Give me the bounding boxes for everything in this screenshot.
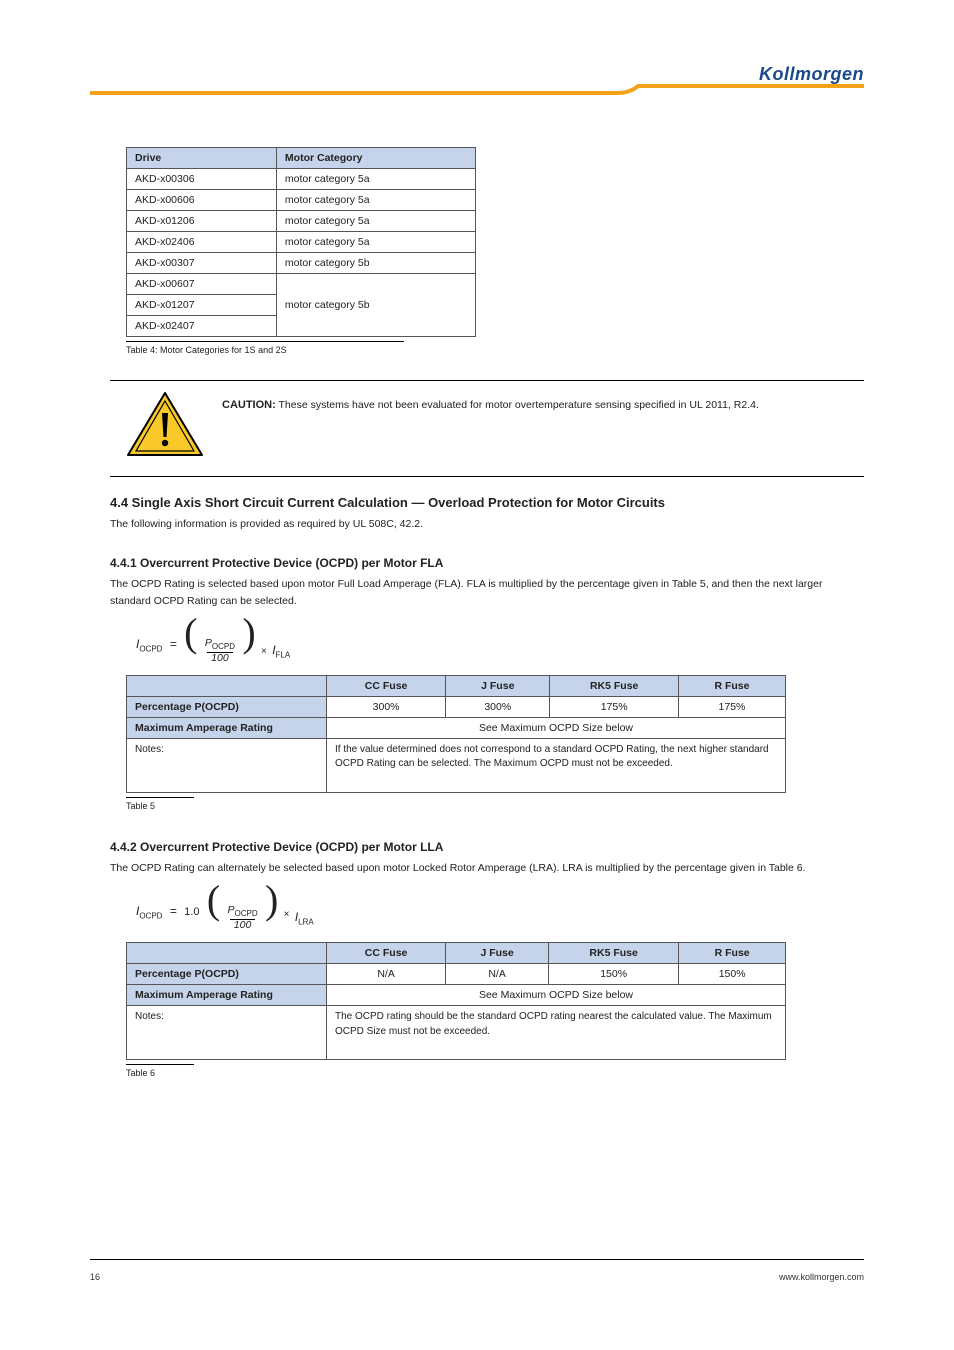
t6-h: RK5 Fuse	[548, 943, 678, 964]
t5-notes-label: Notes:	[127, 738, 327, 792]
section-4-4-2-para: The OCPD Rating can alternately be selec…	[110, 860, 864, 876]
t6-cell: N/A	[446, 964, 549, 985]
table5-caption: Table 5	[126, 797, 194, 811]
t4-cell: motor category 5a	[276, 211, 475, 232]
t5-cell: 175%	[550, 696, 679, 717]
t6-notes-text: The OCPD rating should be the standard O…	[327, 1006, 786, 1060]
t4-cell: AKD-x02406	[127, 232, 277, 253]
t4-cell: motor category 5b	[276, 253, 475, 274]
t5-cell: 175%	[678, 696, 785, 717]
t6-cell: 150%	[548, 964, 678, 985]
t5-maxamp-note: See Maximum OCPD Size below	[327, 717, 786, 738]
caution-block: CAUTION: These systems have not been eva…	[126, 391, 864, 472]
t6-cell: 150%	[679, 964, 786, 985]
t5-h: R Fuse	[678, 675, 785, 696]
t5-h: RK5 Fuse	[550, 675, 679, 696]
motor-category-table: Drive Motor Category AKD-x00306motor cat…	[126, 147, 476, 337]
t6-h: J Fuse	[446, 943, 549, 964]
t6-row-percent-label: Percentage P(OCPD)	[127, 964, 327, 985]
t6-notes-label: Notes:	[127, 1006, 327, 1060]
section-4-4-intro: The following information is provided as…	[110, 516, 864, 532]
t5-row-maxamp-label: Maximum Amperage Rating	[127, 717, 327, 738]
section-4-4-1-title: 4.4.1 Overcurrent Protective Device (OCP…	[110, 556, 864, 570]
header-rule	[90, 83, 864, 101]
section-4-4-2-title: 4.4.2 Overcurrent Protective Device (OCP…	[110, 840, 864, 854]
t4-cell: motor category 5a	[276, 169, 475, 190]
table6-caption: Table 6	[126, 1064, 194, 1078]
formula-ocpd-lra: IOCPD = 1.0 ( POCPD 100 ) × ILRA	[136, 882, 864, 932]
caution-text: These systems have not been evaluated fo…	[279, 399, 759, 411]
t4-cell: AKD-x01207	[127, 295, 277, 316]
t4-cell: AKD-x01206	[127, 211, 277, 232]
t4-cell: AKD-x02407	[127, 316, 277, 337]
t4-col-motorcat: Motor Category	[276, 148, 475, 169]
caution-label: CAUTION:	[222, 399, 276, 411]
t6-cell: N/A	[327, 964, 446, 985]
page-number: 16	[90, 1272, 100, 1282]
warning-icon	[126, 391, 204, 464]
t6-row-maxamp-label: Maximum Amperage Rating	[127, 985, 327, 1006]
t4-cell: motor category 5b	[276, 274, 475, 337]
table4-caption: Table 4: Motor Categories for 1S and 2S	[126, 341, 404, 355]
table6: CC Fuse J Fuse RK5 Fuse R Fuse Percentag…	[126, 942, 786, 1060]
table5: CC Fuse J Fuse RK5 Fuse R Fuse Percentag…	[126, 675, 786, 793]
t4-cell: AKD-x00606	[127, 190, 277, 211]
t6-maxamp-note: See Maximum OCPD Size below	[327, 985, 786, 1006]
footer-rule	[90, 1259, 864, 1260]
section-4-4-1-para: The OCPD Rating is selected based upon m…	[110, 576, 864, 609]
t4-cell: AKD-x00307	[127, 253, 277, 274]
t4-cell: AKD-x00306	[127, 169, 277, 190]
t5-cell: 300%	[446, 696, 550, 717]
t4-col-drive: Drive	[127, 148, 277, 169]
section-4-4-title: 4.4 Single Axis Short Circuit Current Ca…	[110, 495, 864, 510]
brand-label: Kollmorgen	[759, 64, 864, 85]
t6-h: R Fuse	[679, 943, 786, 964]
t5-cell: 300%	[327, 696, 446, 717]
footer-url: www.kollmorgen.com	[779, 1272, 864, 1282]
t5-blank	[127, 675, 327, 696]
t4-cell: motor category 5a	[276, 190, 475, 211]
t4-cell: motor category 5a	[276, 232, 475, 253]
t4-cell: AKD-x00607	[127, 274, 277, 295]
caution-top-rule	[110, 380, 864, 381]
t5-h: CC Fuse	[327, 675, 446, 696]
t6-h: CC Fuse	[327, 943, 446, 964]
formula-ocpd-fla: IOCPD = ( POCPD 100 ) × IFLA	[136, 615, 864, 665]
t5-row-percent-label: Percentage P(OCPD)	[127, 696, 327, 717]
t5-notes-text: If the value determined does not corresp…	[327, 738, 786, 792]
t6-blank	[127, 943, 327, 964]
caution-bottom-rule	[110, 476, 864, 477]
t5-h: J Fuse	[446, 675, 550, 696]
